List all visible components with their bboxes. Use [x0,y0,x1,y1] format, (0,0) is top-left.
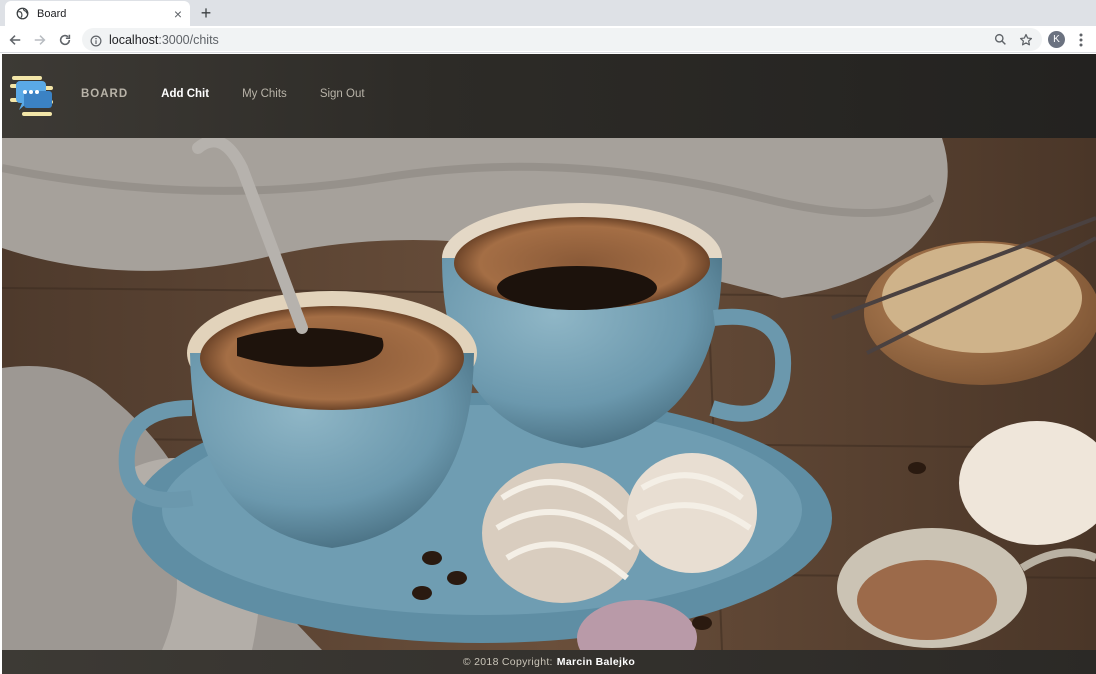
nav-brand-board[interactable]: BOARD [81,88,128,100]
close-icon[interactable]: × [174,7,182,21]
plus-icon[interactable]: + [196,3,216,23]
globe-icon [15,7,29,21]
info-icon[interactable] [90,34,102,46]
browser-toolbar: localhost:3000/chits K [0,26,1096,53]
browser-tabstrip: Board × + [0,0,1096,26]
browser-tab[interactable]: Board × [5,1,190,26]
back-icon[interactable] [5,30,25,50]
forward-icon[interactable] [30,30,50,50]
url-host: localhost [109,32,159,47]
nav-sign-out[interactable]: Sign Out [320,88,365,100]
url-path: :3000/chits [158,32,219,47]
copyright-text: © 2018 Copyright: [462,656,553,668]
zoom-icon[interactable] [992,32,1008,48]
site-header: BOARD Add Chit My Chits Sign Out [2,54,1096,138]
tab-title: Board [37,7,67,20]
reload-icon[interactable] [55,30,75,50]
author-name: Marcin Balejko [556,656,636,668]
url-text: localhost:3000/chits [109,33,982,47]
nav-add-chit[interactable]: Add Chit [161,88,209,100]
kebab-menu-icon[interactable] [1074,30,1088,50]
nav-my-chits[interactable]: My Chits [242,88,287,100]
profile-avatar[interactable]: K [1048,31,1065,48]
main-nav: BOARD Add Chit My Chits Sign Out [81,88,398,100]
web-page: BOARD Add Chit My Chits Sign Out © 2018 … [2,54,1096,674]
star-icon[interactable] [1018,32,1034,48]
chat-logo-icon[interactable] [10,72,54,118]
hero-coffee-image [2,138,1096,650]
site-footer: © 2018 Copyright: Marcin Balejko [2,650,1096,674]
address-bar[interactable]: localhost:3000/chits [82,28,1042,51]
